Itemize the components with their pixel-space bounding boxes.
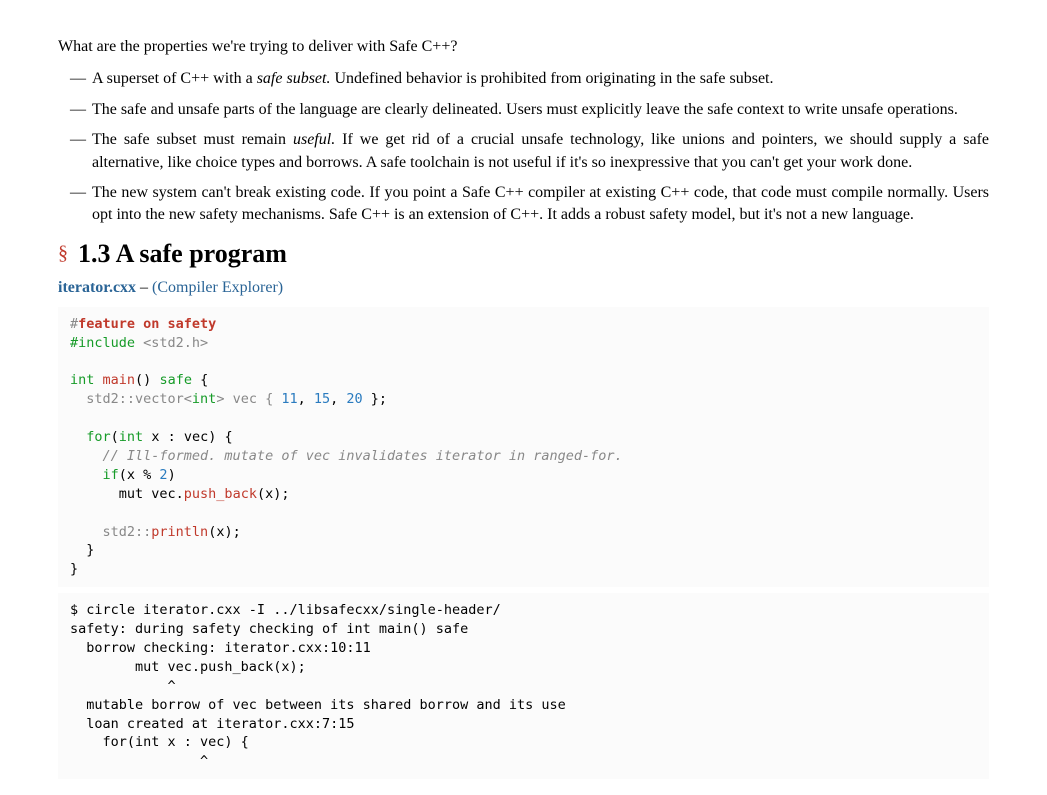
list-item: A superset of C++ with a safe subset. Un… bbox=[58, 68, 989, 90]
section-heading: § 1.3 A safe program bbox=[58, 239, 989, 269]
list-item: The new system can't break existing code… bbox=[58, 182, 989, 227]
emph-safe-subset: safe subset. bbox=[257, 70, 331, 87]
code-block: #feature on safety #include <std2.h> int… bbox=[58, 307, 989, 587]
list-item: The safe subset must remain useful. If w… bbox=[58, 129, 989, 174]
page: What are the properties we're trying to … bbox=[0, 0, 1047, 795]
properties-list: A superset of C++ with a safe subset. Un… bbox=[58, 68, 989, 226]
source-filename-link[interactable]: iterator.cxx bbox=[58, 279, 136, 296]
section-symbol: § bbox=[58, 242, 68, 265]
list-item: The safe and unsafe parts of the languag… bbox=[58, 99, 989, 121]
emph-useful: useful. bbox=[293, 131, 335, 148]
compiler-explorer-link[interactable]: (Compiler Explorer) bbox=[152, 279, 283, 296]
output-block: $ circle iterator.cxx -I ../libsafecxx/s… bbox=[58, 593, 989, 779]
intro-question: What are the properties we're trying to … bbox=[58, 36, 989, 58]
section-title: 1.3 A safe program bbox=[78, 239, 287, 268]
content: What are the properties we're trying to … bbox=[58, 36, 989, 779]
source-line: iterator.cxx – (Compiler Explorer) bbox=[58, 279, 989, 297]
